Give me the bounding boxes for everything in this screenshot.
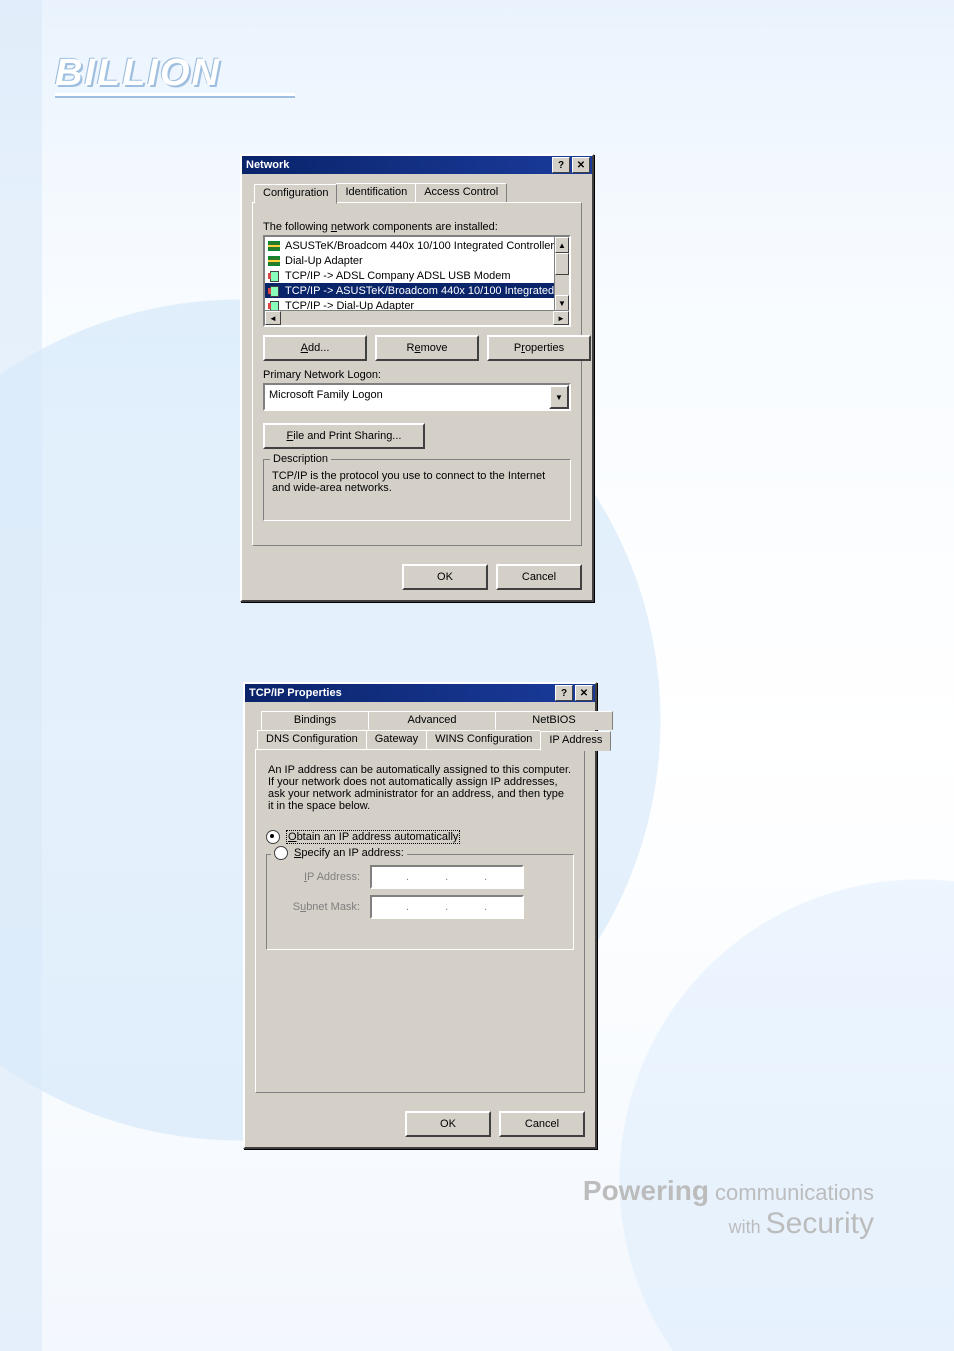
specify-ip-group: Specify an IP address: IP Address: . . . <box>266 854 574 950</box>
protocol-icon <box>267 270 281 282</box>
nic-icon <box>267 255 281 267</box>
primary-logon-value: Microsoft Family Logon <box>265 385 549 405</box>
tcpip-dialog: TCP/IP Properties ? ✕ Bindings Advanced … <box>243 682 597 1149</box>
close-icon[interactable]: ✕ <box>572 157 590 173</box>
tagline-with: with <box>729 1217 766 1237</box>
help-icon[interactable]: ? <box>555 685 573 701</box>
ip-octet[interactable] <box>489 867 521 887</box>
tab-gateway[interactable]: Gateway <box>366 730 427 750</box>
tab-ip-address[interactable]: IP Address <box>540 731 611 751</box>
primary-logon-dropdown[interactable]: Microsoft Family Logon ▼ <box>263 383 571 411</box>
close-icon[interactable]: ✕ <box>575 685 593 701</box>
tab-advanced[interactable]: Advanced <box>368 711 496 730</box>
properties-button[interactable]: Properties <box>487 335 591 361</box>
tab-identification[interactable]: Identification <box>336 183 416 203</box>
list-scrollbar-vertical[interactable]: ▲ ▼ <box>554 237 569 311</box>
tab-netbios[interactable]: NetBIOS <box>495 711 613 730</box>
tab-configuration[interactable]: Configuration <box>254 184 337 204</box>
cancel-button[interactable]: Cancel <box>496 564 582 590</box>
ip-octet[interactable] <box>411 867 443 887</box>
ip-octet[interactable] <box>450 867 482 887</box>
radio-dot-icon <box>266 830 280 844</box>
description-legend: Description <box>270 453 331 465</box>
tagline-security: Security <box>766 1207 874 1240</box>
list-scrollbar-horizontal[interactable]: ◄ ► <box>265 310 569 325</box>
tcpip-titlebar[interactable]: TCP/IP Properties ? ✕ <box>245 684 595 702</box>
ip-address-input[interactable]: . . . <box>370 865 524 889</box>
scroll-left-icon[interactable]: ◄ <box>265 311 281 325</box>
brand-logo-text: BILLION <box>55 52 221 94</box>
protocol-icon <box>267 285 281 297</box>
tcpip-tabs-row1: Bindings Advanced NetBIOS <box>261 710 585 729</box>
scroll-right-icon[interactable]: ► <box>553 311 569 325</box>
ip-address-label: IP Address: <box>275 871 370 883</box>
subnet-mask-label: Subnet Mask: <box>275 901 370 913</box>
description-group: Description TCP/IP is the protocol you u… <box>263 459 571 521</box>
network-title: Network <box>246 159 289 171</box>
tab-access-control[interactable]: Access Control <box>415 183 507 203</box>
ip-octet[interactable] <box>450 897 482 917</box>
list-item[interactable]: ASUSTeK/Broadcom 440x 10/100 Integrated … <box>265 238 569 253</box>
primary-logon-label: Primary Network Logon: <box>263 369 571 381</box>
tab-bindings[interactable]: Bindings <box>261 711 369 730</box>
ip-octet[interactable] <box>372 897 404 917</box>
tagline-powering: Powering <box>583 1175 709 1206</box>
ok-button[interactable]: OK <box>402 564 488 590</box>
decorative-left-stripe <box>0 0 42 1351</box>
tab-dns[interactable]: DNS Configuration <box>257 730 367 750</box>
tcpip-intro-text: An IP address can be automatically assig… <box>268 764 572 812</box>
subnet-mask-input[interactable]: . . . <box>370 895 524 919</box>
remove-button[interactable]: Remove <box>375 335 479 361</box>
scroll-down-icon[interactable]: ▼ <box>555 295 569 311</box>
components-listbox[interactable]: ASUSTeK/Broadcom 440x 10/100 Integrated … <box>263 235 571 327</box>
description-text: TCP/IP is the protocol you use to connec… <box>272 470 562 512</box>
radio-dot-icon <box>274 846 288 860</box>
chevron-down-icon[interactable]: ▼ <box>549 385 569 409</box>
list-item[interactable]: TCP/IP -> ASUSTeK/Broadcom 440x 10/100 I… <box>265 283 569 298</box>
file-print-sharing-button[interactable]: File and Print Sharing... <box>263 423 425 449</box>
components-label: The following network components are ins… <box>263 221 571 233</box>
network-titlebar[interactable]: Network ? ✕ <box>242 156 592 174</box>
tagline-communications: communications <box>709 1180 874 1205</box>
network-dialog: Network ? ✕ Configuration Identification… <box>240 154 594 602</box>
nic-icon <box>267 240 281 252</box>
list-item[interactable]: TCP/IP -> ADSL Company ADSL USB Modem <box>265 268 569 283</box>
radio-obtain-auto[interactable]: Obtain an IP address automatically <box>266 830 574 844</box>
list-item[interactable]: Dial-Up Adapter <box>265 253 569 268</box>
brand-logo: BILLION <box>55 52 295 96</box>
network-tabs: Configuration Identification Access Cont… <box>254 182 582 202</box>
add-button[interactable]: Add... <box>263 335 367 361</box>
tagline: Powering communications with Security <box>583 1175 874 1241</box>
ip-octet[interactable] <box>411 897 443 917</box>
help-icon[interactable]: ? <box>552 157 570 173</box>
ok-button[interactable]: OK <box>405 1111 491 1137</box>
ip-octet[interactable] <box>489 897 521 917</box>
radio-specify-ip[interactable]: Specify an IP address: <box>274 846 404 860</box>
scroll-thumb[interactable] <box>555 253 569 275</box>
scroll-up-icon[interactable]: ▲ <box>555 237 569 253</box>
ip-octet[interactable] <box>372 867 404 887</box>
tcpip-title: TCP/IP Properties <box>249 687 342 699</box>
cancel-button[interactable]: Cancel <box>499 1111 585 1137</box>
tcpip-tabs-row2: DNS Configuration Gateway WINS Configura… <box>257 729 585 749</box>
tab-wins[interactable]: WINS Configuration <box>426 730 541 750</box>
